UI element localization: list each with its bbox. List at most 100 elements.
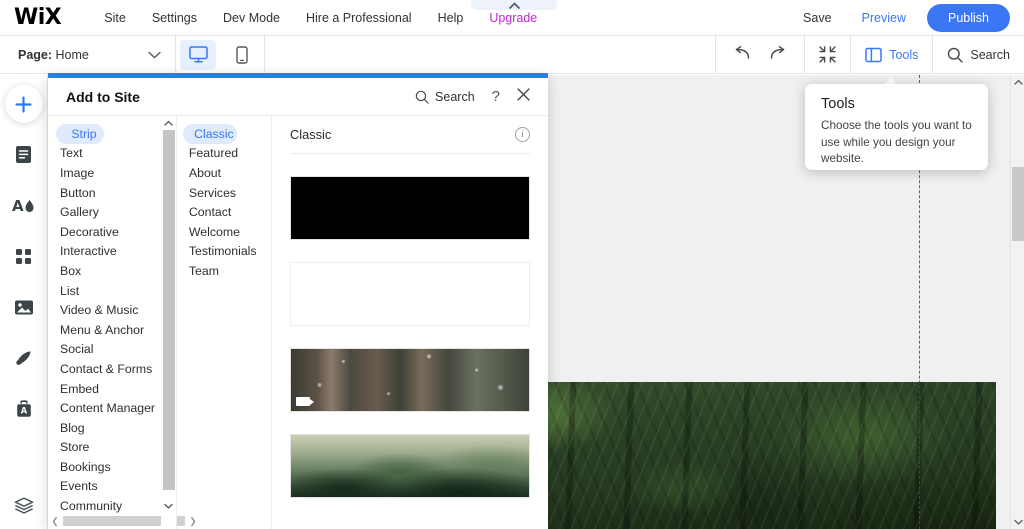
history-controls xyxy=(715,35,804,74)
menu-settings[interactable]: Settings xyxy=(139,11,210,25)
sidebar-item-pages[interactable] xyxy=(4,134,44,174)
sidebar-item-layers[interactable] xyxy=(14,497,34,519)
info-icon[interactable]: i xyxy=(515,127,530,142)
desktop-view-button[interactable] xyxy=(180,39,216,70)
subcategory-item-team[interactable]: Team xyxy=(177,261,271,281)
mobile-icon xyxy=(236,45,248,64)
category-item-button[interactable]: Button xyxy=(48,183,161,203)
category-scroll-thumb[interactable] xyxy=(162,130,175,490)
scroll-up-arrow-icon[interactable] xyxy=(1011,75,1024,89)
page-name: Home xyxy=(55,47,89,62)
category-item-strip[interactable]: Strip xyxy=(56,124,104,144)
panel-search-label: Search xyxy=(435,89,475,104)
category-item-store[interactable]: Store xyxy=(48,438,161,458)
thumb-white-strip[interactable] xyxy=(290,262,530,326)
zoom-out-icon xyxy=(819,46,836,63)
scroll-down-arrow-icon[interactable] xyxy=(161,499,177,513)
video-badge-icon xyxy=(296,397,314,406)
category-item-events[interactable]: Events xyxy=(48,477,161,497)
page-selector[interactable]: Page: Home xyxy=(0,35,176,74)
page-prefix: Page: xyxy=(18,47,53,62)
top-bar-actions: Save Preview Publish xyxy=(788,3,1024,32)
search-button[interactable]: Search xyxy=(932,35,1024,74)
svg-text:A: A xyxy=(12,197,24,215)
help-button[interactable]: ? xyxy=(492,88,500,105)
preview-button[interactable]: Preview xyxy=(847,11,921,25)
save-button[interactable]: Save xyxy=(788,11,847,25)
category-item-gallery[interactable]: Gallery xyxy=(48,202,161,222)
add-to-site-panel[interactable]: Add to Site Search ? Strip Text Image Bu… xyxy=(48,75,548,529)
category-item-interactive[interactable]: Interactive xyxy=(48,242,161,262)
redo-button[interactable] xyxy=(769,46,786,63)
toolbar-right-actions: Tools Search xyxy=(715,35,1024,74)
menu-help[interactable]: Help xyxy=(425,11,477,25)
category-item-menu-anchor[interactable]: Menu & Anchor xyxy=(48,320,161,340)
scroll-up-arrow-icon[interactable] xyxy=(161,116,177,130)
category-item-embed[interactable]: Embed xyxy=(48,379,161,399)
subcategory-item-testimonials[interactable]: Testimonials xyxy=(177,242,271,262)
thumb-rain-forest-video-strip[interactable] xyxy=(290,348,530,412)
scroll-right-arrow-icon[interactable]: ❯ xyxy=(186,513,200,529)
tooltip-title: Tools xyxy=(821,96,855,112)
top-bar: WiX Site Settings Dev Mode Hire a Profes… xyxy=(0,0,1024,36)
sidebar-item-media[interactable] xyxy=(4,287,44,327)
add-elements-button[interactable] xyxy=(4,85,43,123)
subcategory-item-contact[interactable]: Contact xyxy=(177,202,271,222)
subcategory-list[interactable]: Classic Featured About Services Contact … xyxy=(176,116,272,529)
subcategory-item-welcome[interactable]: Welcome xyxy=(177,222,271,242)
subcategory-item-services[interactable]: Services xyxy=(177,183,271,203)
close-icon xyxy=(517,87,530,101)
scroll-down-arrow-icon[interactable] xyxy=(1011,515,1024,529)
category-item-list[interactable]: List xyxy=(48,281,161,301)
undo-button[interactable] xyxy=(734,46,751,63)
category-item-image[interactable]: Image xyxy=(48,163,161,183)
sidebar-item-app-market[interactable]: A xyxy=(4,389,44,429)
sidebar-item-site-design[interactable]: A xyxy=(4,185,44,225)
category-item-decorative[interactable]: Decorative xyxy=(48,222,161,242)
category-horizontal-scrollbar[interactable]: ❮ ❯ xyxy=(48,513,200,529)
subcategory-item-featured[interactable]: Featured xyxy=(177,144,271,164)
add-panel-header: Add to Site Search ? xyxy=(48,78,548,116)
canvas-vertical-scrollbar[interactable] xyxy=(1010,75,1024,529)
sidebar-item-blog[interactable] xyxy=(4,338,44,378)
sidebar-item-add-elements[interactable] xyxy=(4,236,44,276)
chevron-down-icon xyxy=(148,46,161,64)
thumb-green-mountains-strip[interactable] xyxy=(290,434,530,498)
search-button-label: Search xyxy=(970,47,1010,62)
tools-panel-icon xyxy=(865,47,882,62)
collapse-tab[interactable] xyxy=(471,0,557,10)
category-item-social[interactable]: Social xyxy=(48,340,161,360)
menu-upgrade[interactable]: Upgrade xyxy=(476,11,550,25)
category-item-box[interactable]: Box xyxy=(48,261,161,281)
subcategory-item-classic[interactable]: Classic xyxy=(182,124,237,144)
category-item-blog[interactable]: Blog xyxy=(48,418,161,438)
category-item-bookings[interactable]: Bookings xyxy=(48,457,161,477)
tooltip-body: Choose the tools you want to use while y… xyxy=(821,119,972,165)
mobile-view-button[interactable] xyxy=(224,40,260,70)
close-button[interactable] xyxy=(517,87,530,106)
template-gallery[interactable]: Classic i xyxy=(272,116,548,529)
canvas-scroll-thumb[interactable] xyxy=(1012,167,1024,241)
thumb-black-strip[interactable] xyxy=(290,176,530,240)
redo-icon xyxy=(771,46,785,59)
zoom-out-button[interactable] xyxy=(804,35,850,74)
category-item-content-manager[interactable]: Content Manager xyxy=(48,398,161,418)
category-item-video-music[interactable]: Video & Music xyxy=(48,300,161,320)
pages-icon xyxy=(16,145,31,163)
scroll-left-arrow-icon[interactable]: ❮ xyxy=(48,513,62,529)
menu-hire-a-professional[interactable]: Hire a Professional xyxy=(293,11,425,25)
category-item-text[interactable]: Text xyxy=(48,144,161,164)
category-list[interactable]: Strip Text Image Button Gallery Decorati… xyxy=(48,116,200,529)
left-sidebar: A A xyxy=(0,75,48,529)
wix-logo[interactable]: WiX xyxy=(14,6,62,29)
tools-button[interactable]: Tools xyxy=(850,35,932,74)
menu-site[interactable]: Site xyxy=(91,11,139,25)
panel-search-button[interactable]: Search xyxy=(415,90,475,104)
add-panel-actions: Search ? xyxy=(415,87,530,106)
menu-dev-mode[interactable]: Dev Mode xyxy=(210,11,293,25)
layers-icon xyxy=(14,497,33,514)
subcategory-item-about[interactable]: About xyxy=(177,163,271,183)
publish-button[interactable]: Publish xyxy=(927,3,1010,32)
category-item-contact-forms[interactable]: Contact & Forms xyxy=(48,359,161,379)
category-vertical-scrollbar[interactable] xyxy=(160,116,177,529)
